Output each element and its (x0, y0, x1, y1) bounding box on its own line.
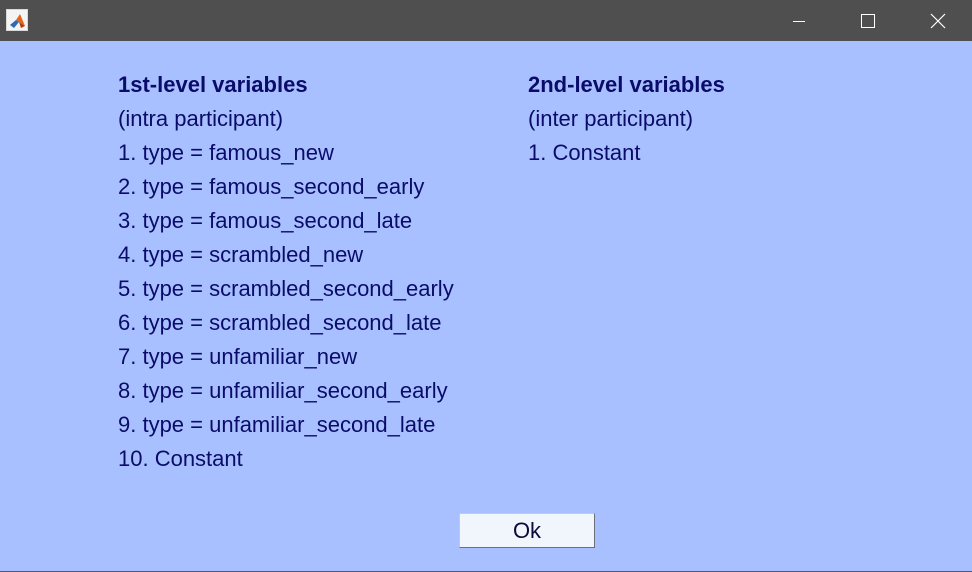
first-level-subheading: (intra participant) (118, 106, 284, 131)
second-level-heading: 2nd-level variables (528, 72, 725, 97)
first-level-item: 5. type = scrambled_second_early (118, 276, 454, 301)
close-icon (930, 13, 946, 28)
first-level-item: 6. type = scrambled_second_late (118, 310, 442, 335)
second-level-item: 1. Constant (528, 140, 641, 165)
ok-button[interactable]: Ok (459, 513, 595, 548)
second-level-variables-panel: 2nd-level variables (inter participant) … (528, 71, 725, 173)
maximize-button[interactable] (833, 0, 903, 41)
first-level-heading: 1st-level variables (118, 72, 308, 97)
first-level-item: 8. type = unfamiliar_second_early (118, 378, 448, 403)
first-level-item: 3. type = famous_second_late (118, 208, 413, 233)
first-level-item: 7. type = unfamiliar_new (118, 344, 358, 369)
first-level-item: 2. type = famous_second_early (118, 174, 425, 199)
first-level-item: 9. type = unfamiliar_second_late (118, 412, 436, 437)
matlab-logo-icon[interactable] (6, 9, 28, 31)
second-level-subheading: (inter participant) (528, 106, 694, 131)
first-level-item: 10. Constant (118, 446, 243, 471)
first-level-item: 4. type = scrambled_new (118, 242, 364, 267)
maximize-icon (861, 13, 875, 28)
minimize-icon (793, 20, 805, 22)
first-level-variables-panel: 1st-level variables (intra participant) … (118, 71, 454, 479)
close-button[interactable] (903, 0, 972, 41)
minimize-button[interactable] (764, 0, 834, 41)
title-bar[interactable] (0, 0, 972, 41)
dialog-content: 1st-level variables (intra participant) … (0, 41, 972, 571)
first-level-item: 1. type = famous_new (118, 140, 334, 165)
